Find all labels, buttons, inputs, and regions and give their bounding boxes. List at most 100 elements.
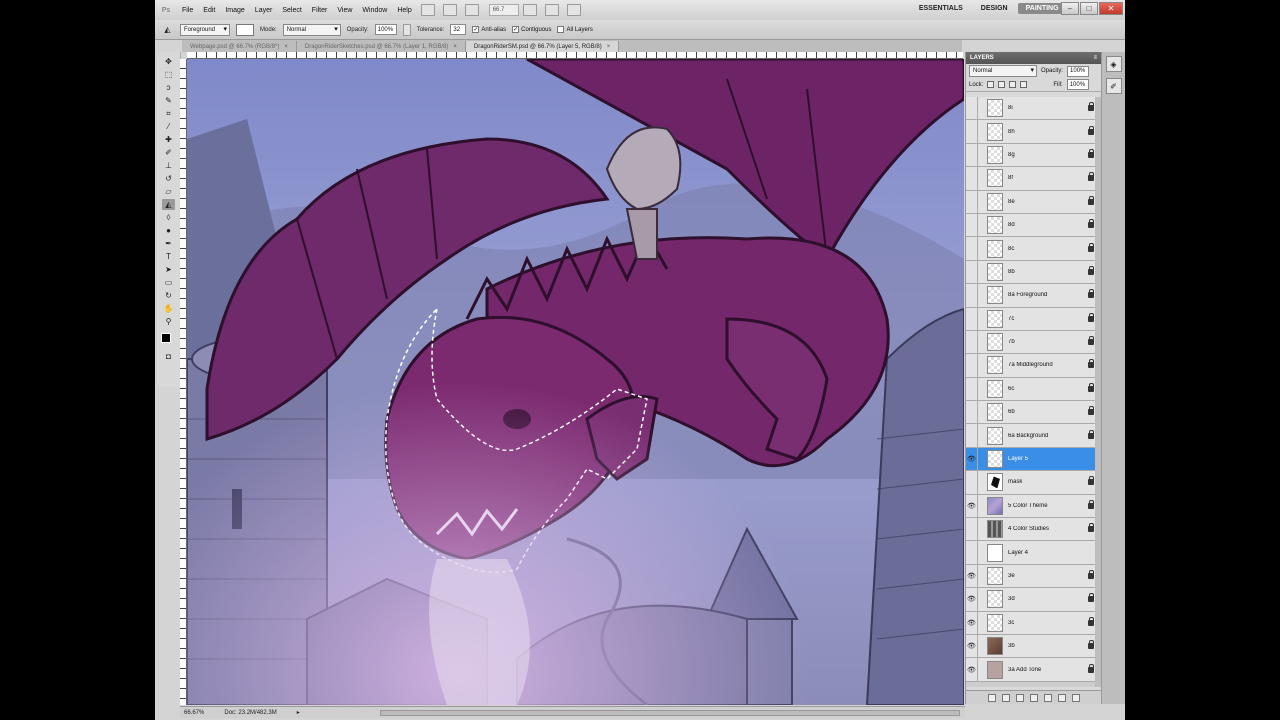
all-layers-checkbox[interactable]: All Layers — [557, 26, 593, 33]
layer-thumbnail[interactable] — [987, 99, 1003, 118]
layer-thumbnail[interactable] — [987, 356, 1003, 375]
maximize-icon[interactable]: □ — [1080, 2, 1098, 15]
layer-thumbnail[interactable] — [987, 473, 1003, 492]
eye-hidden-icon[interactable] — [966, 354, 978, 377]
layer-thumbnail[interactable] — [987, 543, 1003, 562]
eye-hidden-icon[interactable] — [966, 401, 978, 424]
eye-hidden-icon[interactable] — [966, 143, 978, 167]
eye-hidden-icon[interactable] — [966, 284, 978, 307]
eye-hidden-icon[interactable] — [966, 330, 978, 354]
workspace-painting[interactable]: PAINTING — [1017, 3, 1067, 14]
layer-name[interactable]: 3c — [1008, 620, 1088, 626]
eye-hidden-icon[interactable] — [966, 518, 978, 541]
layer-row[interactable]: 6b — [966, 401, 1102, 425]
layer-style-icon[interactable] — [1002, 693, 1010, 702]
view-extras-icon[interactable] — [464, 4, 479, 16]
panel-menu-icon[interactable]: ≡ — [1093, 55, 1097, 61]
eye-icon[interactable]: 👁 — [966, 564, 978, 588]
layer-row[interactable]: mask — [966, 471, 1102, 495]
layer-thumbnail[interactable] — [987, 660, 1003, 679]
layer-name[interactable]: 8g — [1008, 152, 1088, 158]
fill-source-select[interactable]: Foreground — [180, 23, 231, 36]
tab-webpage[interactable]: Webpage.psd @ 66.7% (RGB/8*) × — [182, 41, 297, 52]
layer-name[interactable]: 8e — [1008, 199, 1088, 205]
layer-name[interactable]: 3d — [1008, 596, 1088, 602]
eye-icon[interactable]: 👁 — [966, 658, 978, 681]
layer-name[interactable]: 8b — [1008, 269, 1088, 275]
color-swatches[interactable] — [160, 333, 177, 349]
layer-thumbnail[interactable] — [987, 122, 1003, 141]
eye-hidden-icon[interactable] — [966, 97, 978, 120]
eye-hidden-icon[interactable] — [966, 237, 978, 260]
menu-window[interactable]: Window — [357, 7, 392, 14]
layer-thumbnail[interactable] — [987, 379, 1003, 398]
layer-row[interactable]: 👁 3c — [966, 611, 1102, 635]
brush-presets-icon[interactable]: ✐ — [1105, 78, 1122, 94]
arrange-documents-icon[interactable] — [544, 4, 559, 16]
3d-rotate-icon[interactable]: ↻ — [162, 290, 175, 301]
pen-tool-icon[interactable]: ✒ — [162, 238, 175, 249]
layer-thumbnail[interactable] — [987, 590, 1003, 609]
eraser-tool-icon[interactable]: ▱ — [162, 186, 175, 197]
layer-row[interactable]: 👁 3d — [966, 588, 1102, 612]
layer-row[interactable]: 👁 Layer 5 — [966, 447, 1102, 472]
launch-minibridge-icon[interactable] — [442, 4, 457, 16]
layer-name[interactable]: 3a Add Tone — [1008, 667, 1088, 673]
launch-bridge-icon[interactable] — [420, 4, 435, 16]
layer-thumbnail[interactable] — [987, 450, 1003, 469]
quick-select-tool-icon[interactable]: ✎ — [162, 95, 175, 106]
layer-row[interactable]: 8f — [966, 167, 1102, 191]
brush-tool-icon[interactable]: ✐ — [162, 147, 175, 158]
layer-name[interactable]: 6b — [1008, 409, 1088, 415]
hand-tool-icon[interactable]: ✋ — [162, 303, 175, 314]
layer-thumbnail[interactable] — [987, 333, 1003, 352]
layer-thumbnail[interactable] — [987, 496, 1003, 515]
workspace-design[interactable]: DESIGN — [973, 3, 1016, 14]
lock-position-icon[interactable] — [1009, 81, 1017, 88]
layer-row[interactable]: 7a Middleground — [966, 354, 1102, 378]
status-zoom[interactable]: 66.67% — [184, 710, 204, 716]
lasso-tool-icon[interactable]: ↄ — [162, 82, 175, 93]
workspace-essentials[interactable]: ESSENTIALS — [911, 3, 971, 14]
tolerance-input[interactable]: 32 — [450, 24, 467, 35]
dodge-tool-icon[interactable]: ● — [162, 225, 175, 236]
layer-thumbnail[interactable] — [987, 192, 1003, 211]
layer-row[interactable]: 👁 3e — [966, 564, 1102, 589]
paint-bucket-icon[interactable]: ◭ — [161, 24, 174, 35]
blend-mode-select[interactable]: Normal — [969, 65, 1037, 77]
add-mask-icon[interactable] — [1016, 693, 1024, 702]
layer-thumbnail[interactable] — [987, 286, 1003, 305]
close-icon[interactable]: ✕ — [1099, 2, 1123, 15]
path-select-icon[interactable]: ➤ — [162, 264, 175, 275]
tab-dragonridersm[interactable]: DragonRiderSM.psd @ 66.7% (Layer 5, RGB/… — [465, 41, 620, 52]
layer-name[interactable]: 8i — [1008, 105, 1088, 111]
move-tool-icon[interactable]: ✥ — [162, 56, 175, 67]
layer-thumbnail[interactable] — [987, 216, 1003, 235]
contiguous-checkbox[interactable]: ✓ Contiguous — [512, 26, 551, 33]
layer-thumbnail[interactable] — [987, 239, 1003, 258]
eye-icon[interactable]: 👁 — [966, 588, 978, 611]
healing-brush-icon[interactable]: ✚ — [162, 134, 175, 145]
layer-row[interactable]: 8d — [966, 213, 1102, 238]
eye-hidden-icon[interactable] — [966, 307, 978, 330]
menu-image[interactable]: Image — [220, 7, 249, 14]
eye-hidden-icon[interactable] — [966, 424, 978, 447]
close-tab-icon[interactable]: × — [453, 44, 457, 50]
antialias-checkbox[interactable]: ✓ Anti-alias — [472, 26, 506, 33]
menu-view[interactable]: View — [332, 7, 357, 14]
layer-opacity-input[interactable]: 100% — [1067, 65, 1090, 77]
menu-edit[interactable]: Edit — [198, 7, 220, 14]
menu-select[interactable]: Select — [277, 7, 306, 14]
eyedropper-tool-icon[interactable]: ⁄ — [162, 121, 175, 132]
layer-name[interactable]: 7a Middleground — [1008, 362, 1088, 368]
history-brush-icon[interactable]: ↺ — [162, 173, 175, 184]
layer-name[interactable]: 6a Background — [1008, 433, 1088, 439]
layer-row[interactable]: 7c — [966, 307, 1102, 331]
layer-name[interactable]: Layer 5 — [1008, 456, 1102, 462]
adjustment-layer-icon[interactable] — [1030, 693, 1038, 702]
layer-name[interactable]: 8h — [1008, 129, 1088, 135]
layer-name[interactable]: 3e — [1008, 573, 1088, 579]
screen-mode-icon[interactable] — [566, 4, 581, 16]
layer-name[interactable]: 7c — [1008, 316, 1088, 322]
delete-layer-icon[interactable] — [1072, 693, 1080, 702]
